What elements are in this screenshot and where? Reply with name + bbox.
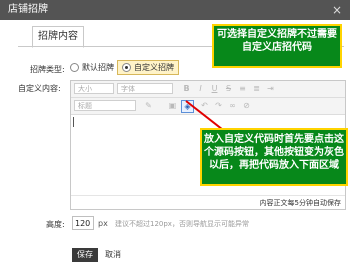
strikethrough-icon[interactable]: S (223, 83, 234, 94)
cancel-button[interactable]: 取消 (103, 248, 123, 262)
indent-icon[interactable]: ⇥ (265, 83, 276, 94)
clear-format-icon[interactable]: ✎ (143, 100, 154, 111)
dialog-header: 店铺招牌 × (0, 0, 350, 20)
link-icon[interactable]: ∞ (227, 100, 238, 111)
annotation-callout-middle: 放入自定义代码时首先要点击这个源码按钮，其他按钮变为灰色以后，再把代码放入下面区… (200, 128, 348, 186)
list-icon[interactable]: ≣ (251, 83, 262, 94)
align-icon[interactable]: ≡ (237, 83, 248, 94)
radio-custom-sign[interactable]: 自定义招牌 (117, 60, 179, 75)
height-input[interactable]: 120 (72, 216, 94, 230)
text-caret (73, 117, 74, 127)
save-button[interactable]: 保存 (72, 248, 98, 262)
radio-dot-selected (122, 63, 131, 72)
font-family-select[interactable]: 字体 (117, 83, 173, 94)
radio-default-label: 默认招牌 (82, 63, 114, 72)
radio-default-sign[interactable]: 默认招牌 (70, 62, 114, 73)
underline-icon[interactable]: U (209, 83, 220, 94)
radio-custom-label: 自定义招牌 (134, 63, 174, 72)
dialog-title: 店铺招牌 (8, 4, 48, 15)
height-hint: 建议不超过120px，否则导航显示可能异常 (115, 220, 249, 228)
height-unit: px (98, 219, 108, 228)
close-icon[interactable]: × (332, 0, 342, 20)
redo-icon[interactable]: ↷ (213, 100, 224, 111)
bold-icon[interactable]: B (181, 83, 192, 94)
editor-toolbar-row-1: 大小 字体 B I U S ≡ ≣ ⇥ (71, 81, 345, 98)
font-size-select[interactable]: 大小 (74, 83, 114, 94)
custom-content-label: 自定义内容: (18, 84, 61, 93)
editor-status-bar: 内容正文每5分钟自动保存 (71, 195, 345, 209)
italic-icon[interactable]: I (195, 83, 206, 94)
tab-sign-content[interactable]: 招牌内容 (32, 26, 84, 48)
editor-toolbar-row-2: 标题 ✎ ▣ ◈ ↶ ↷ ∞ ⊘ (71, 98, 345, 115)
height-label: 高度: (46, 220, 65, 229)
unlink-icon[interactable]: ⊘ (241, 100, 252, 111)
heading-select[interactable]: 标题 (74, 100, 136, 111)
sign-type-label: 招牌类型: (30, 65, 65, 74)
image-icon[interactable]: ▣ (167, 100, 178, 111)
undo-icon[interactable]: ↶ (199, 100, 210, 111)
annotation-callout-top: 可选择自定义招牌不过需要自定义店招代码 (212, 24, 342, 68)
radio-dot (70, 63, 79, 72)
